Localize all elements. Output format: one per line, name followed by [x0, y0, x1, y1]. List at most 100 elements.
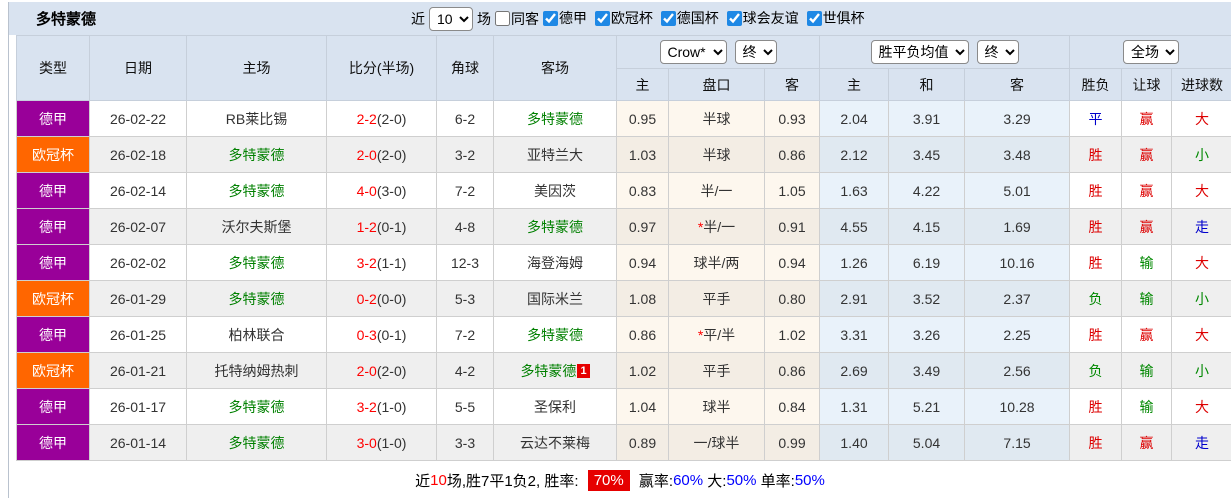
page: 多特蒙德 近 10 场 同客 德甲 欧冠杯 德国杯 球会友谊 世俱杯 类型 日期… [0, 0, 1231, 498]
table-row: 欧冠杯 26-02-18 多特蒙德 2-0(2-0) 3-2 亚特兰大 1.03… [16, 136, 1231, 173]
asia-away-odds: 0.94 [763, 244, 821, 281]
table-row: 德甲 26-01-17 多特蒙德 3-2(1-0) 5-5 圣保利 1.04 球… [16, 388, 1231, 425]
league-badge: 德甲 [16, 172, 90, 209]
summary-segment: 70% [587, 469, 630, 491]
table-row: 德甲 26-01-25 柏林联合 0-3(0-1) 7-2 多特蒙德 0.86 … [16, 316, 1231, 353]
summary-footer: 近 10 场,胜7平1负2, 胜率: 70% 赢率: 60% 大: 50% 单率: 50% [9, 461, 1231, 498]
euro-away-odds: 2.56 [964, 352, 1071, 389]
score: 2-0(2-0) [326, 352, 437, 389]
league-filter-checkbox[interactable] [594, 10, 610, 26]
match-result: 胜 [1069, 388, 1123, 425]
match-result: 胜 [1069, 244, 1123, 281]
euro-home-odds: 2.91 [819, 280, 890, 317]
scope-select[interactable]: 全场 [1123, 40, 1180, 64]
handicap-result: 输 [1121, 388, 1173, 425]
league-filter-checkbox[interactable] [806, 10, 822, 26]
home-team: 沃尔夫斯堡 [186, 208, 327, 245]
col-header-type: 类型 [16, 35, 90, 101]
match-date: 26-02-22 [89, 100, 187, 137]
asia-handicap: 半/一 [668, 172, 765, 209]
away-team: 亚特兰大 [493, 136, 617, 173]
league-filter-label: 德国杯 [676, 10, 719, 27]
league-filter[interactable]: 球会友谊 [723, 8, 799, 28]
match-date: 26-02-02 [89, 244, 187, 281]
league-filter[interactable]: 世俱杯 [803, 8, 865, 28]
summary-segment: 60% [673, 471, 704, 489]
home-team: 多特蒙德 [186, 424, 327, 461]
euro-home-odds: 2.04 [819, 100, 890, 137]
home-team: 托特纳姆热刺 [186, 352, 327, 389]
subcol-euro-away: 客 [964, 68, 1071, 101]
euro-away-odds: 10.28 [964, 388, 1071, 425]
summary-segment: 近 [415, 472, 431, 490]
matches-table-wrap: 类型 日期 主场 比分(半场) 角球 客场 Crow* 终 胜平负均值 终 全场… [16, 35, 1231, 461]
corner-score: 12-3 [436, 244, 494, 281]
europe-odds-header: 胜平负均值 终 [819, 35, 1071, 69]
handicap-result: 赢 [1121, 208, 1173, 245]
home-team: 多特蒙德 [186, 136, 327, 173]
asia-odds-header: Crow* 终 [615, 35, 821, 69]
score: 4-0(3-0) [326, 172, 437, 209]
euro-home-odds: 3.31 [819, 316, 890, 353]
asia-handicap: 半球 [668, 100, 765, 137]
summary-segment: 10 [430, 471, 447, 489]
asia-time-select[interactable]: 终 [734, 40, 777, 64]
away-team: 多特蒙德 [493, 316, 617, 353]
goals-result: 大 [1171, 172, 1231, 209]
handicap-result: 赢 [1121, 136, 1173, 173]
away-team: 云达不莱梅 [493, 424, 617, 461]
subcol-euro-home: 主 [819, 68, 890, 101]
asia-home-odds: 0.94 [616, 244, 669, 281]
asia-home-odds: 0.83 [616, 172, 669, 209]
handicap-result: 赢 [1121, 100, 1173, 137]
subcol-asia-away: 客 [763, 68, 821, 101]
score: 0-2(0-0) [326, 280, 437, 317]
match-result: 负 [1069, 280, 1123, 317]
league-filter-checkbox[interactable] [660, 10, 676, 26]
euro-away-odds: 5.01 [964, 172, 1071, 209]
league-filter[interactable]: 德甲 [539, 8, 587, 28]
asia-home-odds: 0.89 [616, 424, 669, 461]
league-filter-checkbox[interactable] [543, 10, 558, 26]
league-filter[interactable]: 德国杯 [657, 8, 719, 28]
away-team: 多特蒙德 [493, 100, 617, 137]
match-date: 26-01-29 [89, 280, 187, 317]
recent-count-select[interactable]: 10 [429, 6, 473, 31]
summary-segment: 50% [726, 471, 757, 489]
league-filter-label: 球会友谊 [742, 10, 799, 27]
match-result: 胜 [1069, 316, 1123, 353]
asia-home-odds: 0.95 [616, 100, 669, 137]
euro-away-odds: 10.16 [964, 244, 1071, 281]
euro-home-odds: 2.12 [819, 136, 890, 173]
league-filter[interactable]: 欧冠杯 [591, 8, 653, 28]
same-away-label: 同客 [511, 10, 539, 27]
same-away-checkbox[interactable] [495, 11, 510, 26]
asia-handicap: 一/球半 [668, 424, 765, 461]
match-date: 26-02-18 [89, 136, 187, 173]
same-away-filter[interactable]: 同客 [491, 9, 539, 29]
home-team: 多特蒙德 [186, 244, 327, 281]
euro-away-odds: 3.29 [964, 100, 1071, 137]
home-team: 多特蒙德 [186, 388, 327, 425]
league-filter-checkbox[interactable] [726, 10, 742, 26]
goals-result: 大 [1171, 100, 1231, 137]
league-filters: 德甲 欧冠杯 德国杯 球会友谊 世俱杯 [539, 8, 865, 29]
euro-draw-odds: 4.22 [888, 172, 966, 209]
match-date: 26-01-17 [89, 388, 187, 425]
euro-draw-odds: 5.21 [888, 388, 966, 425]
asia-company-select[interactable]: Crow* [659, 40, 727, 64]
goals-result: 小 [1171, 136, 1231, 173]
summary-segment: 场,胜7平1负2, 胜率: [446, 472, 583, 490]
europe-time-select[interactable]: 终 [976, 40, 1019, 64]
europe-type-select[interactable]: 胜平负均值 [870, 40, 969, 64]
recent-label: 近 [411, 10, 425, 27]
match-date: 26-01-14 [89, 424, 187, 461]
match-date: 26-01-21 [89, 352, 187, 389]
asia-handicap: 球半/两 [668, 244, 765, 281]
summary-segment: 单率: [756, 472, 795, 490]
col-header-home: 主场 [186, 35, 327, 101]
euro-home-odds: 2.69 [819, 352, 890, 389]
league-badge: 德甲 [16, 244, 90, 281]
euro-home-odds: 1.26 [819, 244, 890, 281]
league-badge: 德甲 [16, 208, 90, 245]
